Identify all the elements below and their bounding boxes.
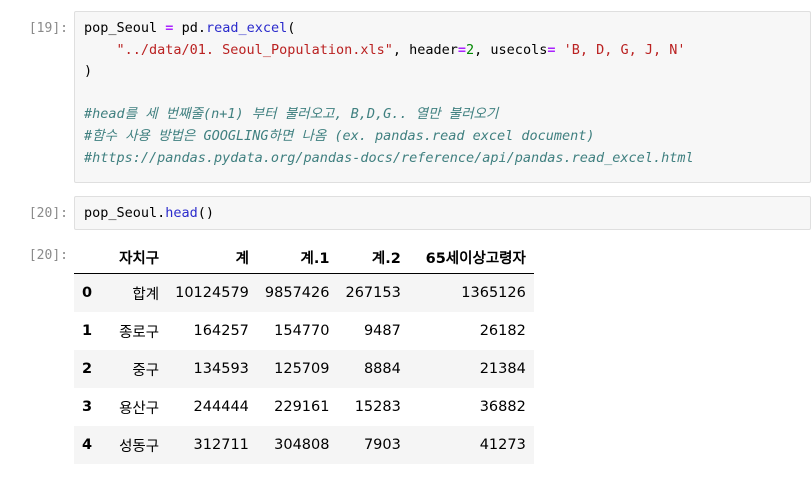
table-cell: 21384	[479, 361, 526, 377]
cell-20-prompt: [20]:	[28, 206, 68, 221]
table-cell: 267153	[345, 285, 401, 301]
code-comment: #https://pandas.pydata.org/pandas-docs/r…	[84, 149, 694, 166]
table-cell: 229161	[274, 399, 330, 415]
table-row: 2 중구 134593 125709 8884 21384	[74, 350, 534, 388]
table-cell: 합계	[132, 286, 160, 303]
table-header-row: 자치구 계 계.1 계.2 65세이상고령자	[74, 241, 534, 274]
table-cell: 41273	[479, 437, 526, 453]
row-index: 0	[82, 285, 93, 301]
row-index: 2	[82, 361, 93, 377]
row-index: 1	[82, 323, 93, 339]
table-cell: 312711	[193, 437, 249, 453]
table-cell: 7903	[363, 437, 401, 453]
table-row: 1 종로구 164257 154770 9487 26182	[74, 312, 534, 350]
column-header: 계.2	[337, 241, 409, 274]
table-cell: 용산구	[119, 400, 160, 417]
code-fn: head	[165, 205, 198, 221]
code-op: =	[457, 41, 467, 58]
output-20-prompt: [20]:	[28, 248, 68, 263]
code-obj: pop_Seoul.	[84, 205, 166, 221]
table-cell: 244444	[193, 399, 249, 415]
table-cell: 164257	[193, 323, 249, 339]
code-fn: read_excel	[205, 20, 288, 36]
column-header: 65세이상고령자	[408, 241, 534, 274]
code-close-paren: )	[84, 63, 93, 80]
table-row: 4 성동구 312711 304808 7903 41273	[74, 426, 534, 464]
table-cell: 154770	[274, 323, 330, 339]
column-header: 계.1	[256, 241, 338, 274]
table-cell: 종로구	[119, 324, 160, 341]
code-num: 2	[466, 41, 475, 58]
code-paren: ()	[197, 205, 215, 221]
cell-19-prompt: [19]:	[28, 21, 68, 36]
code-cell-20[interactable]: pop_Seoul.head()	[74, 196, 811, 230]
code-editor[interactable]: pop_Seoul.head()	[75, 197, 810, 232]
code-op: =	[165, 20, 174, 36]
table-cell: 성동구	[119, 438, 160, 455]
table-cell: 8884	[363, 361, 401, 377]
table-cell: 10124579	[175, 285, 249, 301]
table-cell: 304808	[274, 437, 330, 453]
dataframe-table: 자치구 계 계.1 계.2 65세이상고령자 0 합계 10124579 985…	[74, 241, 534, 464]
code-string: "../data/01. Seoul_Population.xls"	[116, 41, 393, 58]
table-cell: 15283	[354, 399, 401, 415]
table-cell: 26182	[479, 323, 526, 339]
code-comment: #함수 사용 방법은 GOOGLING하면 나옴 (ex. pandas.rea…	[84, 127, 595, 144]
code-cell-19[interactable]: pop_Seoul = pd.read_excel( "../data/01. …	[74, 11, 811, 183]
table-row: 0 합계 10124579 9857426 267153 1365126	[74, 273, 534, 312]
column-header	[74, 241, 103, 274]
table-cell: 중구	[132, 362, 160, 379]
table-row: 3 용산구 244444 229161 15283 36882	[74, 388, 534, 426]
code-sep: , header	[392, 41, 458, 58]
code-sep: , usecols	[474, 41, 548, 58]
table-cell: 9487	[363, 323, 401, 339]
table-cell: 125709	[274, 361, 330, 377]
code-var: pop_Seoul	[84, 20, 158, 36]
row-index: 4	[82, 437, 93, 453]
code-obj: pd.	[181, 20, 206, 36]
code-paren: (	[287, 20, 296, 36]
code-comment: #head를 세 번째줄(n+1) 부터 불러오고, B,D,G.. 열만 불러…	[84, 106, 499, 123]
code-editor[interactable]: pop_Seoul = pd.read_excel( "../data/01. …	[75, 12, 810, 176]
table-cell: 9857426	[264, 285, 330, 301]
table-cell: 134593	[193, 361, 249, 377]
column-header: 계	[167, 241, 257, 274]
row-index: 3	[82, 399, 93, 415]
code-op: =	[547, 41, 556, 58]
code-string: 'B, D, G, J, N'	[563, 41, 686, 58]
column-header: 자치구	[102, 241, 168, 274]
table-cell: 36882	[479, 399, 526, 415]
table-cell: 1365126	[461, 285, 526, 301]
